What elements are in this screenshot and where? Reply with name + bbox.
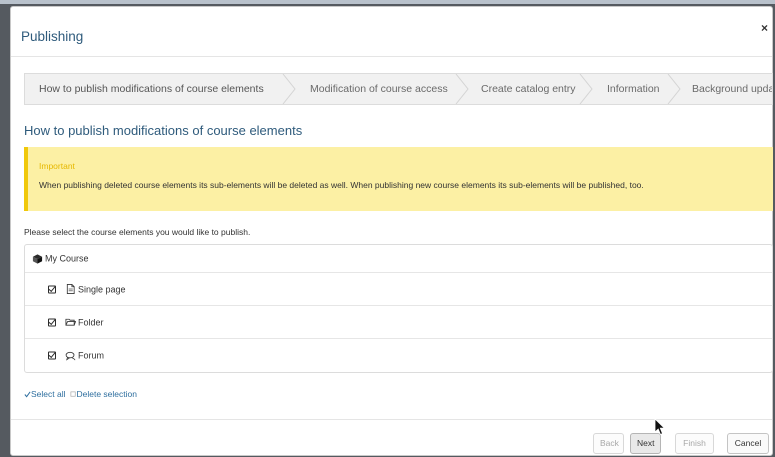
alert-text: When publishing deleted course elements … bbox=[39, 180, 644, 190]
background-strip bbox=[0, 0, 775, 4]
mouse-cursor-icon bbox=[654, 418, 666, 436]
section-title: How to publish modifications of course e… bbox=[24, 123, 303, 138]
check-icon bbox=[24, 391, 31, 398]
forum-icon bbox=[65, 351, 76, 361]
tree-item-label[interactable]: Folder bbox=[78, 317, 104, 327]
modal-title: Publishing bbox=[21, 29, 84, 44]
folder-checkbox[interactable] bbox=[48, 318, 56, 326]
wizard-steps: How to publish modifications of course e… bbox=[24, 73, 773, 105]
delete-selection-link[interactable]: Delete selection bbox=[77, 389, 137, 399]
finish-button[interactable]: Finish bbox=[675, 433, 714, 454]
step-label: Background update bbox=[692, 83, 772, 95]
step-catalog-entry[interactable]: Create catalog entry bbox=[467, 74, 597, 104]
tree-item-label[interactable]: Forum bbox=[78, 351, 104, 361]
forum-checkbox[interactable] bbox=[48, 351, 56, 360]
step-publish-modifications[interactable]: How to publish modifications of course e… bbox=[25, 74, 285, 104]
important-alert: Important When publishing deleted course… bbox=[24, 147, 773, 211]
selection-links: Select all Delete selection bbox=[24, 389, 137, 399]
single-page-checkbox[interactable] bbox=[48, 285, 56, 293]
step-label: Modification of course access bbox=[310, 83, 448, 95]
step-label: Information bbox=[607, 83, 660, 95]
step-label: Create catalog entry bbox=[481, 83, 576, 95]
tree-root-row: My Course bbox=[25, 245, 772, 273]
folder-icon bbox=[65, 318, 76, 326]
tree-item-single-page: Single page bbox=[25, 273, 772, 306]
next-button[interactable]: Next bbox=[630, 433, 661, 454]
tree-item-label[interactable]: Single page bbox=[78, 284, 126, 294]
uncheck-icon bbox=[70, 391, 76, 397]
close-icon[interactable]: × bbox=[761, 21, 768, 35]
step-background-update[interactable]: Background update bbox=[678, 74, 772, 104]
step-course-access[interactable]: Modification of course access bbox=[296, 74, 471, 104]
select-all-link[interactable]: Select all bbox=[31, 389, 66, 399]
back-button[interactable]: Back bbox=[593, 433, 624, 454]
page-icon bbox=[66, 284, 75, 294]
publishing-dialog: Publishing × How to publish modification… bbox=[10, 6, 773, 456]
tree-item-folder: Folder bbox=[25, 306, 772, 339]
tree-item-forum: Forum bbox=[25, 339, 772, 372]
tree-root-label[interactable]: My Course bbox=[45, 254, 89, 264]
modal-header: Publishing × bbox=[11, 7, 772, 57]
course-icon bbox=[32, 253, 43, 264]
step-label: How to publish modifications of course e… bbox=[39, 83, 264, 95]
course-element-tree: My Course Single page Folder Forum bbox=[24, 244, 773, 373]
instruction-text: Please select the course elements you wo… bbox=[24, 227, 251, 237]
alert-title: Important bbox=[39, 161, 75, 171]
cancel-button[interactable]: Cancel bbox=[727, 433, 769, 454]
